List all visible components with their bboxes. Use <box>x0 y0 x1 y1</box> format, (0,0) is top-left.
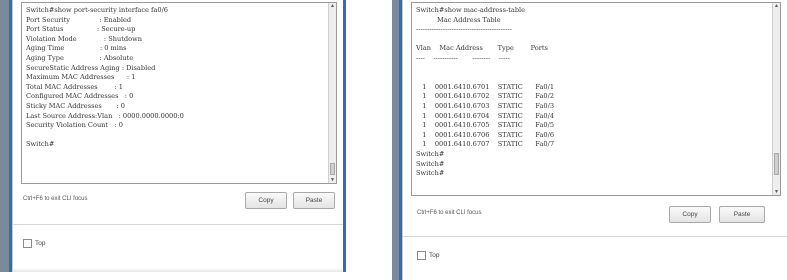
terminal-scrollbar[interactable]: ▲ ▼ <box>772 3 780 195</box>
scroll-up-arrow-icon[interactable]: ▲ <box>329 3 336 9</box>
paste-button[interactable]: Paste <box>293 192 335 209</box>
paste-button[interactable]: Paste <box>719 206 765 223</box>
top-option[interactable]: Top <box>23 239 45 248</box>
top-checkbox-label: Top <box>35 240 46 247</box>
cli-terminal[interactable]: Switch#show mac-address-table Mac Addres… <box>411 2 781 196</box>
top-checkbox[interactable] <box>23 239 32 248</box>
top-checkbox-label: Top <box>429 252 440 259</box>
cli-focus-hint: Ctrl+F6 to exit CLI focus <box>23 196 88 202</box>
cli-window-port-security: Switch#show port-security interface fa0/… <box>12 0 344 272</box>
terminal-scrollbar[interactable]: ▲ ▼ <box>328 3 336 183</box>
scroll-down-arrow-icon[interactable]: ▼ <box>329 177 336 183</box>
divider <box>403 236 787 237</box>
top-checkbox[interactable] <box>417 251 426 260</box>
cli-output: Switch#show port-security interface fa0/… <box>26 6 184 149</box>
cli-window-mac-table: Switch#show mac-address-table Mac Addres… <box>402 0 787 280</box>
divider <box>13 224 343 225</box>
scroll-up-arrow-icon[interactable]: ▲ <box>773 3 780 9</box>
cli-terminal[interactable]: Switch#show port-security interface fa0/… <box>21 2 337 184</box>
scroll-thumb[interactable] <box>330 163 335 175</box>
copy-button[interactable]: Copy <box>245 192 287 209</box>
copy-button[interactable]: Copy <box>669 206 711 223</box>
scroll-thumb[interactable] <box>774 153 779 175</box>
top-option[interactable]: Top <box>417 251 439 260</box>
scroll-down-arrow-icon[interactable]: ▼ <box>773 189 780 195</box>
cli-output: Switch#show mac-address-table Mac Addres… <box>416 6 555 178</box>
cli-focus-hint: Ctrl+F6 to exit CLI focus <box>417 210 482 216</box>
window-border-right <box>343 0 346 272</box>
window-bottom-shadow <box>13 268 343 272</box>
